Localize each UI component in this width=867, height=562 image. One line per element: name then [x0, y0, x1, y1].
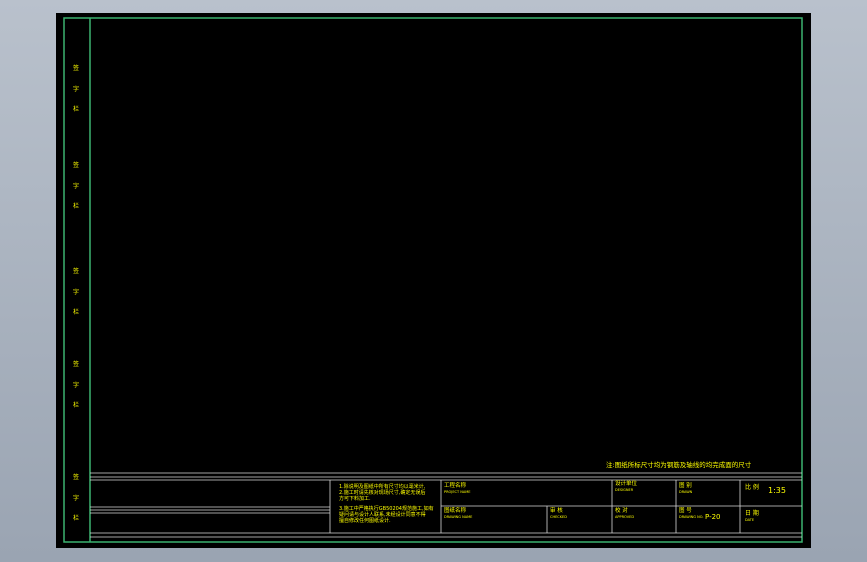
date-sublabel: DATE [745, 518, 754, 522]
note-line: 3.施工中严格执行GB50204规范施工,如有 [339, 505, 434, 512]
drawing-canvas: 签 字 栏 签 字 栏 签 字 栏 签 字 栏 签 字 栏 注:图纸所标尺寸均为… [63, 17, 803, 543]
margin-label: 栏 [73, 308, 79, 316]
scale-value: 1:35 [768, 486, 786, 495]
project-sublabel: PROJECT NAME [444, 490, 470, 494]
margin-label: 字 [73, 288, 79, 296]
margin-label: 栏 [73, 401, 79, 409]
date-label: 日 期 [745, 509, 759, 517]
margin-label: 字 [73, 381, 79, 389]
margin-label: 栏 [73, 105, 79, 113]
drawn-sublabel: DRAWN [679, 490, 693, 494]
margin-label: 签 [73, 473, 79, 481]
note-line: 2.施工时请先核对现场尺寸,确定无误后 [339, 489, 425, 496]
check-label: 审 核 [550, 506, 563, 514]
design-label: 设计单位 [615, 479, 638, 487]
approve-label: 校 对 [615, 506, 628, 514]
margin-label: 栏 [73, 202, 79, 210]
title-block-notes: 1.除说明及图纸中所有尺寸均以毫米计, 2.施工时请先核对现场尺寸,确定无误后 … [339, 483, 434, 524]
drawing-sheet: 签 字 栏 签 字 栏 签 字 栏 签 字 栏 签 字 栏 注:图纸所标尺寸均为… [56, 13, 811, 548]
drawing-label: 图纸名称 [444, 506, 467, 514]
check-sublabel: CHECKED [550, 515, 567, 519]
drawing-number: P-20 [705, 513, 721, 521]
margin-label: 栏 [73, 514, 79, 522]
project-label: 工程名称 [444, 481, 467, 489]
design-sublabel: DESIGNER [615, 488, 634, 492]
number-label: 图 号 [679, 506, 692, 514]
margin-label: 签 [73, 64, 79, 72]
number-sublabel: DRAWING NO. [679, 515, 703, 519]
margin-labels: 签 字 栏 签 字 栏 签 字 栏 签 字 栏 签 字 栏 [73, 64, 79, 522]
note-line: 1.除说明及图纸中所有尺寸均以毫米计, [339, 483, 426, 490]
margin-label: 签 [73, 267, 79, 275]
margin-label: 签 [73, 161, 79, 169]
margin-label: 字 [73, 182, 79, 190]
drawn-label: 图 别 [679, 481, 692, 489]
approve-sublabel: APPROVED [615, 515, 634, 519]
drawing-note: 注:图纸所标尺寸均为钢筋及轴线的均完成面的尺寸 [606, 460, 752, 469]
note-line: 方可下料加工. [339, 495, 371, 502]
scale-label: 比 例 [745, 483, 759, 491]
note-line: 擅自修改任何图纸设计. [339, 517, 391, 524]
drawing-sublabel: DRAWING NAME [444, 515, 472, 519]
note-line: 疑问请与设计人联系,未经设计同意不得 [339, 511, 426, 518]
margin-label: 签 [73, 360, 79, 368]
margin-label: 字 [73, 494, 79, 502]
margin-label: 字 [73, 85, 79, 93]
